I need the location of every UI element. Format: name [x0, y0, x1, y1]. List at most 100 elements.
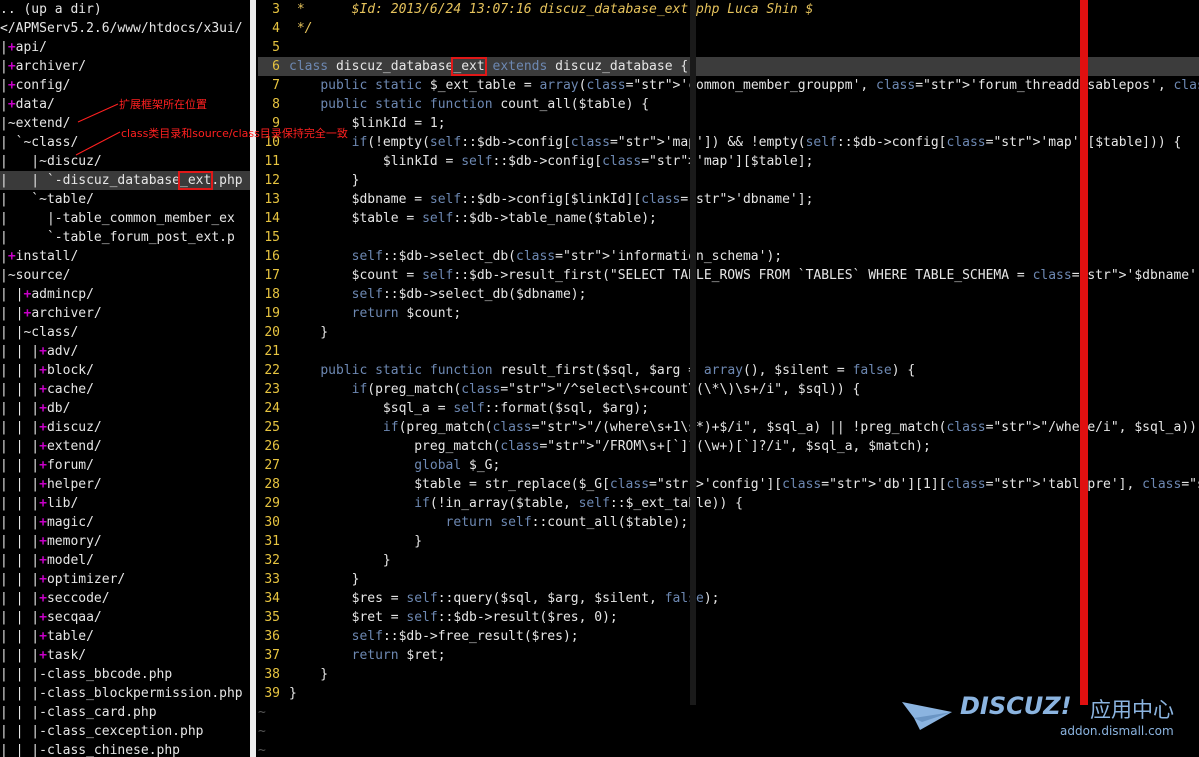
code-line[interactable]: 12 } [258, 171, 1199, 190]
code-line[interactable]: 31 } [258, 532, 1199, 551]
tree-item[interactable]: | | |+forum/ [0, 456, 250, 475]
code-line[interactable]: 24 $sql_a = self::format($sql, $arg); [258, 399, 1199, 418]
tree-item[interactable]: | | |+db/ [0, 399, 250, 418]
code-line[interactable]: 15 [258, 228, 1199, 247]
tree-item-label: | | |+model/ [0, 553, 94, 568]
code-line[interactable]: 23 if(preg_match(class="str">"/^select\s… [258, 380, 1199, 399]
code-line[interactable]: 20 } [258, 323, 1199, 342]
code-line[interactable]: 5 [258, 38, 1199, 57]
tree-item[interactable]: | | |+secqaa/ [0, 608, 250, 627]
code-line[interactable]: 27 global $_G; [258, 456, 1199, 475]
tree-item[interactable]: |+api/ [0, 38, 250, 57]
code-line[interactable]: 26 preg_match(class="str">"/FROM\s+[`]?(… [258, 437, 1199, 456]
tree-item[interactable]: | | |+adv/ [0, 342, 250, 361]
code-line[interactable]: 13 $dbname = self::$db->config[$linkId][… [258, 190, 1199, 209]
tree-item-label: | `-table_forum_post_ext.p [0, 230, 235, 245]
code-line[interactable]: 22 public static function result_first($… [258, 361, 1199, 380]
code-line[interactable]: 18 self::$db->select_db($dbname); [258, 285, 1199, 304]
line-number: 31 [264, 534, 280, 549]
code-line[interactable]: 11 $linkId = self::$db->config[class="st… [258, 152, 1199, 171]
line-number: 32 [264, 553, 280, 568]
tree-item[interactable]: | | |+lib/ [0, 494, 250, 513]
tree-item-label: | | |+lib/ [0, 496, 79, 511]
code-line[interactable]: 8 public static function count_all($tabl… [258, 95, 1199, 114]
code-line[interactable]: 33 } [258, 570, 1199, 589]
code-line[interactable]: 16 self::$db->select_db(class="str">'inf… [258, 247, 1199, 266]
code-text: return self::count_all($table); [445, 515, 689, 530]
line-number: 22 [264, 363, 280, 378]
code-line[interactable]: 34 $res = self::query($sql, $arg, $silen… [258, 589, 1199, 608]
code-line[interactable]: 37 return $ret; [258, 646, 1199, 665]
code-line[interactable]: 32 } [258, 551, 1199, 570]
code-line[interactable]: 28 $table = str_replace($_G[class="str">… [258, 475, 1199, 494]
line-number: 25 [264, 420, 280, 435]
vertical-split-divider[interactable] [250, 0, 256, 757]
tree-item-label: | | |-class_card.php [0, 705, 157, 720]
code-editor-panel[interactable]: 3 * $Id: 2013/6/24 13:07:16 discuz_datab… [258, 0, 1199, 757]
line-number: 30 [264, 515, 280, 530]
line-number: 38 [264, 667, 280, 682]
code-line[interactable]: 17 $count = self::$db->result_first("SEL… [258, 266, 1199, 285]
tree-item[interactable]: | | |+memory/ [0, 532, 250, 551]
tree-item[interactable]: | | |+extend/ [0, 437, 250, 456]
tree-item-label: | | |+forum/ [0, 458, 94, 473]
tilde-marker: ~ [258, 705, 266, 720]
tree-item[interactable]: | | |-class_card.php [0, 703, 250, 722]
tree-item[interactable]: | | |-class_blockpermission.php [0, 684, 250, 703]
tree-item[interactable]: | | |+cache/ [0, 380, 250, 399]
code-line[interactable]: 36 self::$db->free_result($res); [258, 627, 1199, 646]
code-text: return $ret; [351, 648, 446, 663]
code-line[interactable]: 7 public static $_ext_table = array(clas… [258, 76, 1199, 95]
tree-item[interactable]: | | |+magic/ [0, 513, 250, 532]
tree-item[interactable]: | | |+block/ [0, 361, 250, 380]
code-line[interactable]: 19 return $count; [258, 304, 1199, 323]
tree-item[interactable]: | | |+seccode/ [0, 589, 250, 608]
tree-item[interactable]: | | |-class_bbcode.php [0, 665, 250, 684]
code-line[interactable]: 25 if(preg_match(class="str">"/(where\s+… [258, 418, 1199, 437]
tree-item[interactable]: | |-table_common_member_ex [0, 209, 250, 228]
tree-item-label: |+data/ [0, 97, 55, 112]
paper-plane-icon [902, 702, 952, 730]
tree-item[interactable]: | | |+optimizer/ [0, 570, 250, 589]
line-number: 36 [264, 629, 280, 644]
code-line[interactable]: 21 [258, 342, 1199, 361]
code-text: $dbname = self::$db->config[$linkId][cla… [289, 192, 814, 207]
tree-item[interactable]: |+config/ [0, 76, 250, 95]
tree-item-label: </APMServ5.2.6/www/htdocs/x3ui/ [0, 21, 243, 36]
tree-item[interactable]: | `~table/ [0, 190, 250, 209]
code-text: self::$db->free_result($res); [351, 629, 579, 644]
tree-item[interactable]: | | |-class_chinese.php [0, 741, 250, 757]
tree-item[interactable]: | |+admincp/ [0, 285, 250, 304]
tree-item[interactable]: | `-table_forum_post_ext.p [0, 228, 250, 247]
code-line[interactable]: 10 if(!empty(self::$db->config[class="st… [258, 133, 1199, 152]
tree-item[interactable]: |~source/ [0, 266, 250, 285]
tree-item[interactable]: | | |+discuz/ [0, 418, 250, 437]
tree-item[interactable]: | | |+table/ [0, 627, 250, 646]
line-number: 7 [272, 78, 280, 93]
code-line[interactable]: 29 if(!in_array($table, self::$_ext_tabl… [258, 494, 1199, 513]
tree-item[interactable]: | | |+model/ [0, 551, 250, 570]
code-line[interactable]: 6 class discuz_database_ext extends discu… [258, 57, 1199, 76]
tree-item[interactable]: | |+archiver/ [0, 304, 250, 323]
tree-item[interactable]: |+archiver/ [0, 57, 250, 76]
code-line[interactable]: 38 } [258, 665, 1199, 684]
tree-item[interactable]: |+install/ [0, 247, 250, 266]
tree-root-path[interactable]: </APMServ5.2.6/www/htdocs/x3ui/ [0, 19, 250, 38]
tree-item[interactable]: | |~class/ [0, 323, 250, 342]
code-line[interactable]: 4 */ [258, 19, 1199, 38]
code-line[interactable]: 35 $ret = self::$db->result($res, 0); [258, 608, 1199, 627]
tree-item[interactable]: | | |-class_cexception.php [0, 722, 250, 741]
tilde-marker: ~ [258, 724, 266, 739]
discuz-watermark: DISCUZ! 应用中心 addon.dismall.com [900, 690, 1190, 750]
tree-item[interactable]: | | |+task/ [0, 646, 250, 665]
tree-item[interactable]: | | |+helper/ [0, 475, 250, 494]
code-line[interactable]: 9 $linkId = 1; [258, 114, 1199, 133]
up-dir-link[interactable]: .. (up a dir) [0, 0, 250, 19]
line-number: 35 [264, 610, 280, 625]
code-line[interactable]: 30 return self::count_all($table); [258, 513, 1199, 532]
tree-item-label: | | |+block/ [0, 363, 94, 378]
code-line[interactable]: 14 $table = self::$db->table_name($table… [258, 209, 1199, 228]
annotation-extend-location: 扩展框架所在位置 [119, 98, 207, 111]
tree-item[interactable]: | | `-discuz_database_ext.php [0, 171, 250, 190]
code-line[interactable]: 3 * $Id: 2013/6/24 13:07:16 discuz_datab… [258, 0, 1199, 19]
